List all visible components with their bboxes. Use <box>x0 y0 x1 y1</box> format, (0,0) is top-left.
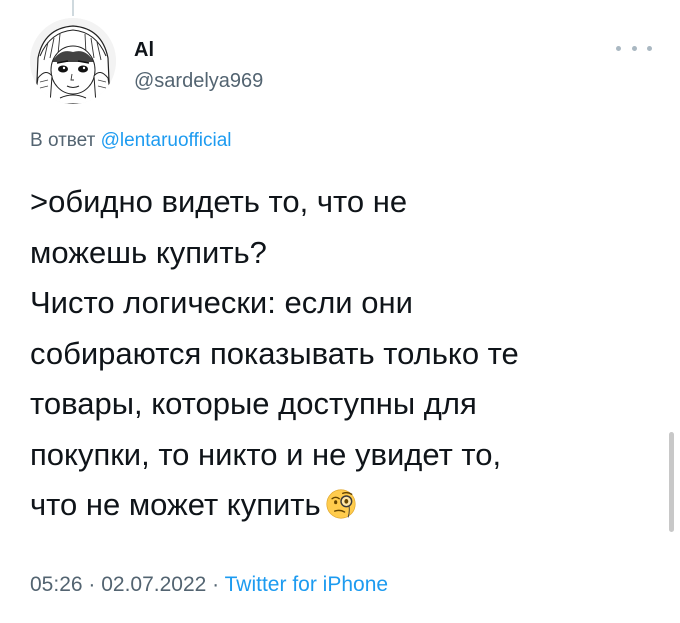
meta-separator: · <box>82 573 102 596</box>
face-with-monocle-icon <box>326 489 356 519</box>
tweet-source-link[interactable]: Twitter for iPhone <box>225 573 388 596</box>
tweet-text: >обидно видеть то, что не можешь купить?… <box>30 184 519 522</box>
more-dot <box>631 45 637 51</box>
thread-connector-line <box>72 0 74 16</box>
tweet-metadata: 05:26 · 02.07.2022 · Twitter for iPhone <box>30 573 388 597</box>
author-handle[interactable]: @sardelya969 <box>134 70 263 93</box>
more-dot <box>616 45 621 51</box>
author-name[interactable]: Al <box>134 39 154 62</box>
reply-prefix: В ответ <box>30 130 96 151</box>
avatar-manga-portrait-icon <box>30 18 116 104</box>
avatar[interactable] <box>30 18 116 104</box>
reply-mention-link[interactable]: @lentaruofficial <box>101 130 232 151</box>
tweet-body: >обидно видеть то, что не можешь купить?… <box>30 177 660 531</box>
tweet-date[interactable]: 02.07.2022 <box>101 573 206 596</box>
more-dot <box>647 45 652 51</box>
scrollbar[interactable] <box>669 432 674 532</box>
tweet-time[interactable]: 05:26 <box>30 573 83 596</box>
reply-context: В ответ @lentaruofficial <box>30 130 232 152</box>
meta-separator: · <box>206 573 225 596</box>
more-options-icon[interactable] <box>616 38 652 58</box>
